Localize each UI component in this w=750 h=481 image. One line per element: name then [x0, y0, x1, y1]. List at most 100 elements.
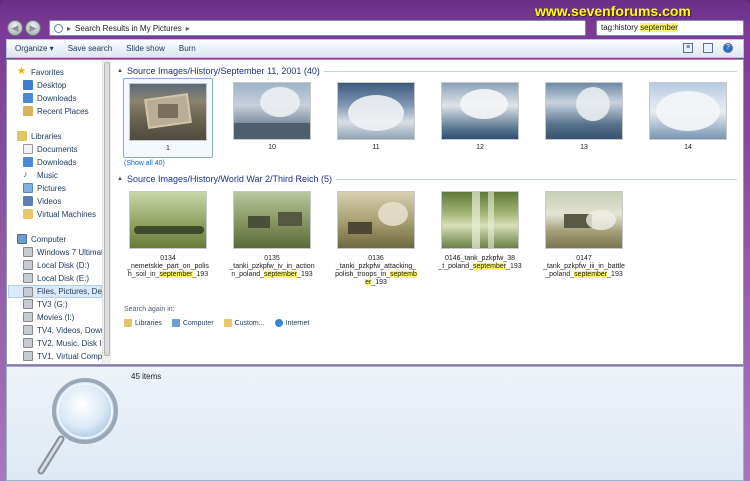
- drive-icon: [23, 299, 33, 309]
- navigation-pane: ★ Favorites Desktop Downloads Recent Plac…: [7, 60, 102, 364]
- file-name-line: 0136: [368, 255, 384, 262]
- group-header-third-reich[interactable]: ▲ Source Images/History/World War 2/Thir…: [117, 174, 737, 184]
- drive-icon: [23, 325, 33, 335]
- recent-places-icon: [23, 106, 33, 116]
- divider: [323, 70, 737, 72]
- name-part: _poland_: [545, 271, 575, 278]
- file-name-line: _poland_september_193: [539, 271, 629, 279]
- watermark: www.sevenforums.com: [535, 3, 691, 19]
- breadcrumb-separator: ▸: [185, 23, 190, 33]
- search-internet-button[interactable]: Internet: [274, 319, 309, 327]
- file-tile[interactable]: 0136 _tanki_pzkpfw_attacking_ polish_tro…: [331, 191, 421, 287]
- computer-header[interactable]: Computer: [17, 234, 66, 244]
- nav-drive-f[interactable]: Files, Pictures, Dev (F: [8, 285, 102, 298]
- file-tile[interactable]: 0147 _tank_pzkpfw_iii_in_battle _poland_…: [539, 191, 629, 279]
- file-tile[interactable]: 14: [643, 82, 733, 158]
- nav-videos[interactable]: Videos: [23, 196, 61, 206]
- search-input[interactable]: tag:history september: [596, 20, 744, 36]
- drive-icon: [23, 286, 33, 297]
- name-part: _193: [506, 263, 522, 270]
- burn-button[interactable]: Burn: [179, 44, 196, 53]
- group-title: Source Images/History/World War 2/Third …: [126, 174, 333, 184]
- videos-icon: [23, 196, 33, 206]
- computer-icon: [17, 234, 27, 244]
- nav-drive-e[interactable]: Local Disk (E:): [23, 273, 89, 283]
- drive-icon: [23, 247, 33, 257]
- file-tile[interactable]: 10: [227, 82, 317, 158]
- search-libraries-button[interactable]: Libraries: [124, 319, 162, 327]
- forward-button[interactable]: ▶: [25, 20, 41, 36]
- organize-button[interactable]: Organize ▾: [15, 44, 54, 53]
- group-header-sept11[interactable]: ▲ Source Images/History/September 11, 20…: [117, 66, 737, 76]
- address-text: Search Results in My Pictures: [75, 23, 182, 33]
- nav-lib-downloads[interactable]: Downloads: [23, 157, 77, 167]
- file-name-line: 0147: [576, 255, 592, 262]
- nav-documents[interactable]: Documents: [23, 144, 77, 154]
- nav-drive-g[interactable]: TV3 (G:): [23, 299, 68, 309]
- file-name-line: er_193: [331, 279, 421, 287]
- file-name-line: _tanki_pzkpfw_attacking_: [335, 263, 417, 270]
- file-tile[interactable]: 13: [539, 82, 629, 158]
- drive-icon: [23, 338, 33, 348]
- search-computer-button[interactable]: Computer: [171, 319, 214, 327]
- nav-virtual-machines[interactable]: Virtual Machines: [23, 209, 96, 219]
- file-name-line: 0135: [264, 255, 280, 262]
- name-part: _t_poland_: [438, 263, 473, 270]
- file-tile[interactable]: 0135 _tanki_pzkpfw_iv_in_action n_poland…: [227, 191, 317, 279]
- name-part: _193: [192, 271, 209, 278]
- nav-drive-tv1[interactable]: TV1, Virtual Compu: [23, 351, 102, 361]
- collapse-arrow-icon[interactable]: ▲: [117, 176, 123, 182]
- file-name: 14: [684, 144, 692, 151]
- file-tile[interactable]: 0146_tank_pzkpfw_38 _t_poland_september_…: [435, 191, 525, 271]
- file-tile[interactable]: 12: [435, 82, 525, 158]
- file-tile[interactable]: 1: [123, 78, 213, 158]
- title-bar: ◀ ▶ ▸ Search Results in My Pictures ▸ ta…: [0, 0, 750, 38]
- nav-drive-tv2[interactable]: TV2, Music, Disk Im: [23, 338, 102, 348]
- libraries-header[interactable]: Libraries: [17, 131, 62, 141]
- nav-drive-i[interactable]: Movies (I:): [23, 312, 74, 322]
- file-name-line: 0134: [160, 255, 176, 262]
- thumbnail: [337, 191, 415, 249]
- preview-pane-icon[interactable]: [703, 43, 713, 53]
- nav-downloads[interactable]: Downloads: [23, 93, 77, 103]
- nav-drive-d[interactable]: Local Disk (D:): [23, 260, 89, 270]
- views-icon[interactable]: ≡: [683, 43, 693, 53]
- scrollbar-thumb[interactable]: [104, 62, 110, 356]
- nav-scrollbar[interactable]: [102, 60, 111, 364]
- highlighted-term: september: [264, 271, 298, 278]
- file-name-line: _nemetskie_part_on_polis: [127, 263, 209, 270]
- show-all-link[interactable]: (Show all 40): [124, 160, 165, 167]
- drive-icon: [23, 273, 33, 283]
- thumbnail: [649, 82, 727, 140]
- item-count: 45 items: [131, 372, 162, 381]
- thumbnail: [441, 191, 519, 249]
- slide-show-button[interactable]: Slide show: [126, 44, 165, 53]
- search-results-icon: [54, 23, 63, 33]
- file-name-line: h_soil_in_september_193: [123, 271, 213, 279]
- help-icon[interactable]: ?: [723, 43, 733, 53]
- name-part: _193: [371, 279, 387, 286]
- nav-music[interactable]: ♪ Music: [23, 170, 58, 180]
- favorites-header[interactable]: ★ Favorites: [17, 67, 64, 77]
- address-bar[interactable]: ▸ Search Results in My Pictures ▸: [49, 20, 586, 36]
- downloads-icon: [23, 93, 33, 103]
- file-name: 13: [580, 144, 588, 151]
- thumbnail: [233, 82, 311, 140]
- highlighted-term: septemb: [390, 271, 417, 278]
- save-search-button[interactable]: Save search: [68, 44, 112, 53]
- nav-recent-places[interactable]: Recent Places: [23, 106, 89, 116]
- back-button[interactable]: ◀: [7, 20, 23, 36]
- desktop-icon: [23, 80, 33, 90]
- search-prefix: tag:history: [601, 23, 641, 32]
- collapse-arrow-icon[interactable]: ▲: [117, 68, 123, 74]
- name-part: polish_troops_in_: [335, 271, 390, 278]
- file-tile[interactable]: 11: [331, 82, 421, 158]
- music-icon: ♪: [23, 169, 28, 179]
- file-tile[interactable]: 0134 _nemetskie_part_on_polis h_soil_in_…: [123, 191, 213, 279]
- nav-drive-tv4[interactable]: TV4, Videos, Downl: [23, 325, 102, 335]
- highlighted-term: september: [473, 263, 507, 270]
- nav-desktop[interactable]: Desktop: [23, 80, 66, 90]
- nav-pictures[interactable]: Pictures: [23, 183, 66, 193]
- nav-drive-c[interactable]: Windows 7 Ultimate: [23, 247, 102, 257]
- search-custom-button[interactable]: Custom...: [223, 319, 265, 327]
